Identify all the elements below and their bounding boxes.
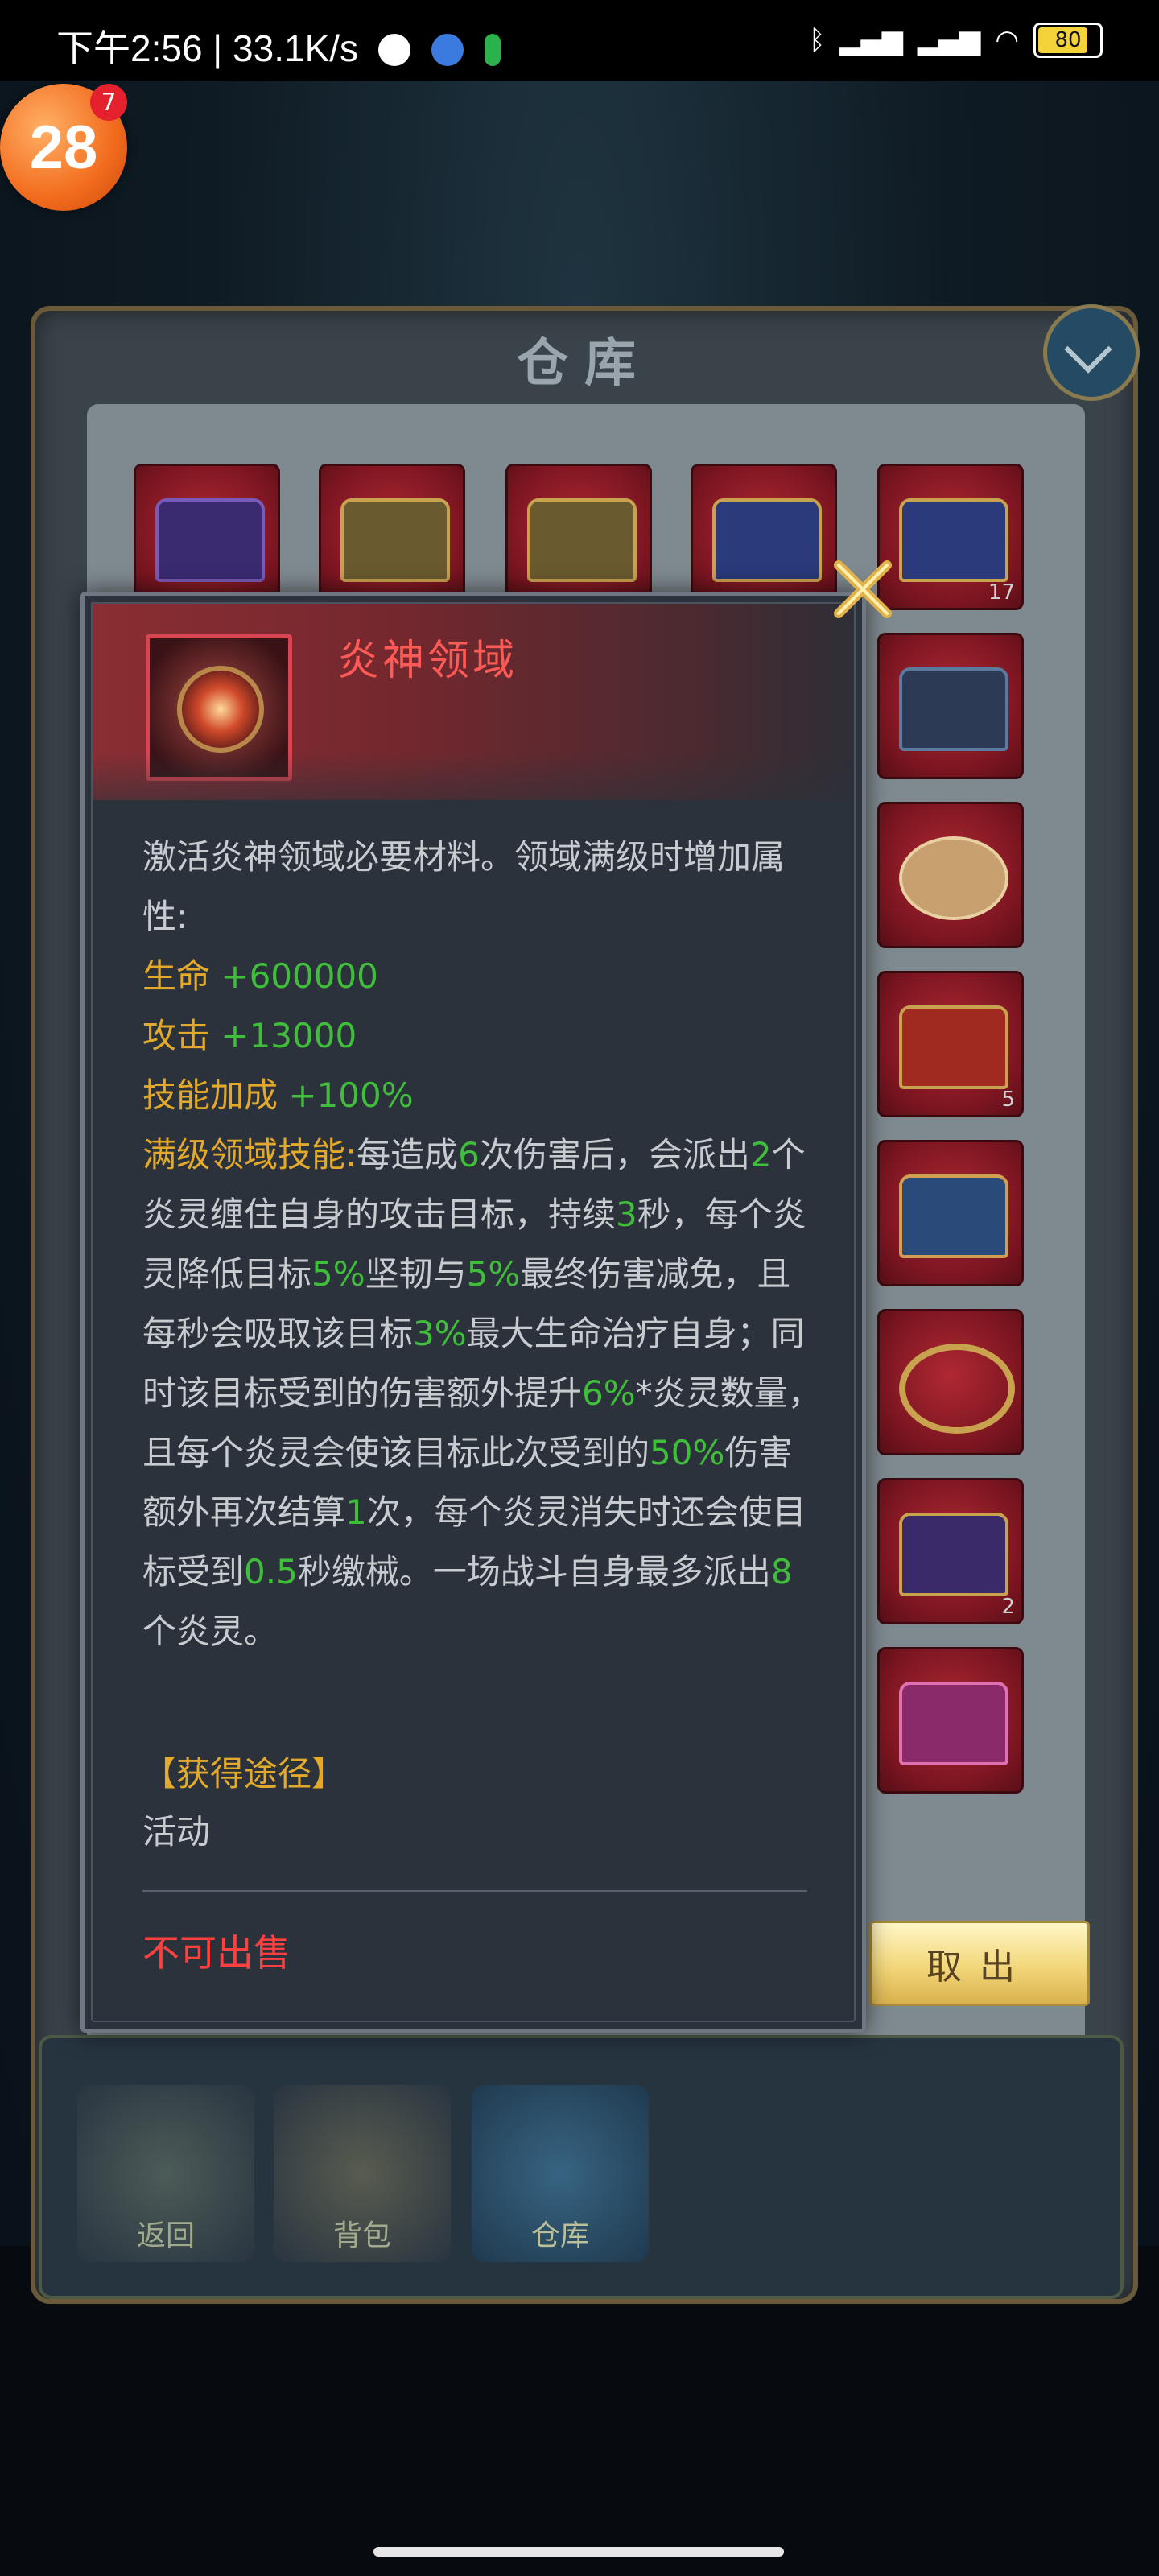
skill-text-segment: 秒缴械。一场战斗自身最多派出 bbox=[297, 1552, 771, 1591]
inventory-slot[interactable] bbox=[505, 464, 652, 610]
home-indicator[interactable] bbox=[373, 2547, 784, 2557]
nav-warehouse-button[interactable]: 仓库 bbox=[472, 2085, 649, 2262]
inventory-slot[interactable] bbox=[877, 1647, 1024, 1794]
app-notification-icon bbox=[378, 34, 410, 66]
wifi-icon: ◠ bbox=[995, 24, 1019, 56]
music-icon bbox=[485, 34, 501, 66]
skill-text-segment: 坚韧与 bbox=[365, 1254, 467, 1294]
nav-back-label: 返回 bbox=[136, 2219, 195, 2252]
item-description: 激活炎神领域必要材料。领域满级时增加属性: 生命 +600000 攻击 +130… bbox=[142, 828, 823, 1662]
nav-back-button[interactable]: 返回 bbox=[77, 2085, 254, 2262]
nav-warehouse-label: 仓库 bbox=[530, 2219, 589, 2252]
skill-value: 5% bbox=[311, 1254, 365, 1294]
item-header: 炎神领域 bbox=[91, 602, 851, 800]
skill-text-segment: 次伤害后，会派出 bbox=[479, 1135, 750, 1174]
inventory-slot[interactable] bbox=[877, 802, 1024, 948]
nav-bag-button[interactable]: 背包 bbox=[274, 2085, 451, 2262]
battery-icon: 80 bbox=[1033, 23, 1103, 58]
inventory-slot[interactable] bbox=[877, 1309, 1024, 1455]
source-title: 【获得途径】 bbox=[142, 1754, 346, 1794]
divider bbox=[142, 1890, 807, 1892]
warehouse-close-button[interactable] bbox=[1043, 304, 1140, 401]
skill-text-segment: 每造成 bbox=[357, 1135, 459, 1174]
stat-row: 攻击 +13000 bbox=[142, 1006, 823, 1066]
skill-value: 1 bbox=[345, 1492, 367, 1532]
skill-value: 6 bbox=[458, 1135, 480, 1174]
skill-label: 满级领域技能: bbox=[142, 1135, 357, 1174]
inventory-slot[interactable] bbox=[877, 633, 1024, 779]
slot-count: 2 bbox=[1001, 1595, 1015, 1619]
battery-level: 80 bbox=[1054, 28, 1082, 52]
skill-description: 每造成6次伤害后，会派出2个炎灵缠住自身的攻击目标，持续3秒，每个炎灵降低目标5… bbox=[142, 1135, 822, 1651]
skill-text-segment: 个炎灵。 bbox=[142, 1612, 278, 1651]
skill-value: 50% bbox=[650, 1433, 725, 1472]
inventory-slot[interactable] bbox=[319, 464, 465, 610]
item-detail-popup: 炎神领域 激活炎神领域必要材料。领域满级时增加属性: 生命 +600000 攻击… bbox=[80, 592, 866, 2033]
stat-row: 生命 +600000 bbox=[142, 947, 823, 1006]
bluetooth-icon: ᛒ bbox=[809, 24, 826, 56]
description-intro: 激活炎神领域必要材料。领域满级时增加属性: bbox=[142, 837, 786, 936]
app-notification-icon bbox=[431, 34, 464, 66]
slot-count: 17 bbox=[988, 580, 1015, 605]
nav-bag-label: 背包 bbox=[332, 2219, 391, 2252]
stat-row: 技能加成 +100% bbox=[142, 1066, 823, 1125]
source-value: 活动 bbox=[142, 1812, 211, 1852]
item-name: 炎神领域 bbox=[337, 637, 518, 685]
inventory-slot[interactable] bbox=[134, 464, 280, 610]
close-icon[interactable] bbox=[831, 557, 895, 621]
skill-value: 2 bbox=[749, 1135, 772, 1174]
signal-icon: ▂▄▆ bbox=[839, 24, 903, 56]
stat-value: +100% bbox=[288, 1075, 414, 1115]
status-icons: ᛒ ▂▄▆ ▂▄▆ ◠ 80 bbox=[809, 23, 1103, 58]
slot-count: 5 bbox=[1001, 1088, 1015, 1112]
skill-value: 5% bbox=[466, 1254, 521, 1294]
sell-status: 不可出售 bbox=[142, 1931, 291, 1975]
skill-value: 8 bbox=[770, 1552, 793, 1591]
skill-value: 0.5 bbox=[244, 1552, 298, 1591]
stat-label: 技能加成 bbox=[142, 1075, 278, 1115]
skill-value: 6% bbox=[582, 1373, 636, 1413]
stat-value: +600000 bbox=[221, 956, 378, 996]
inventory-slot[interactable] bbox=[877, 1140, 1024, 1286]
warehouse-title: 仓库 bbox=[517, 334, 652, 394]
stat-label: 生命 bbox=[142, 956, 211, 996]
stat-label: 攻击 bbox=[142, 1016, 211, 1055]
skill-value: 3 bbox=[616, 1195, 637, 1234]
inventory-slot[interactable]: 2 bbox=[877, 1478, 1024, 1624]
status-time: 下午2:56 | 33.1K/s bbox=[56, 27, 359, 69]
signal-icon: ▂▄▆ bbox=[917, 24, 981, 56]
take-out-button[interactable]: 取出 bbox=[869, 1921, 1090, 2006]
inventory-slot[interactable]: 5 bbox=[877, 971, 1024, 1117]
inventory-slot[interactable] bbox=[691, 464, 837, 610]
skill-value: 3% bbox=[413, 1314, 467, 1353]
inventory-slot[interactable]: 17 bbox=[877, 464, 1024, 610]
notification-count-badge: 7 bbox=[90, 84, 127, 121]
stat-value: +13000 bbox=[221, 1016, 357, 1055]
status-bar: 下午2:56 | 33.1K/s ᛒ ▂▄▆ ▂▄▆ ◠ 80 bbox=[0, 0, 1159, 80]
item-icon bbox=[146, 634, 292, 781]
